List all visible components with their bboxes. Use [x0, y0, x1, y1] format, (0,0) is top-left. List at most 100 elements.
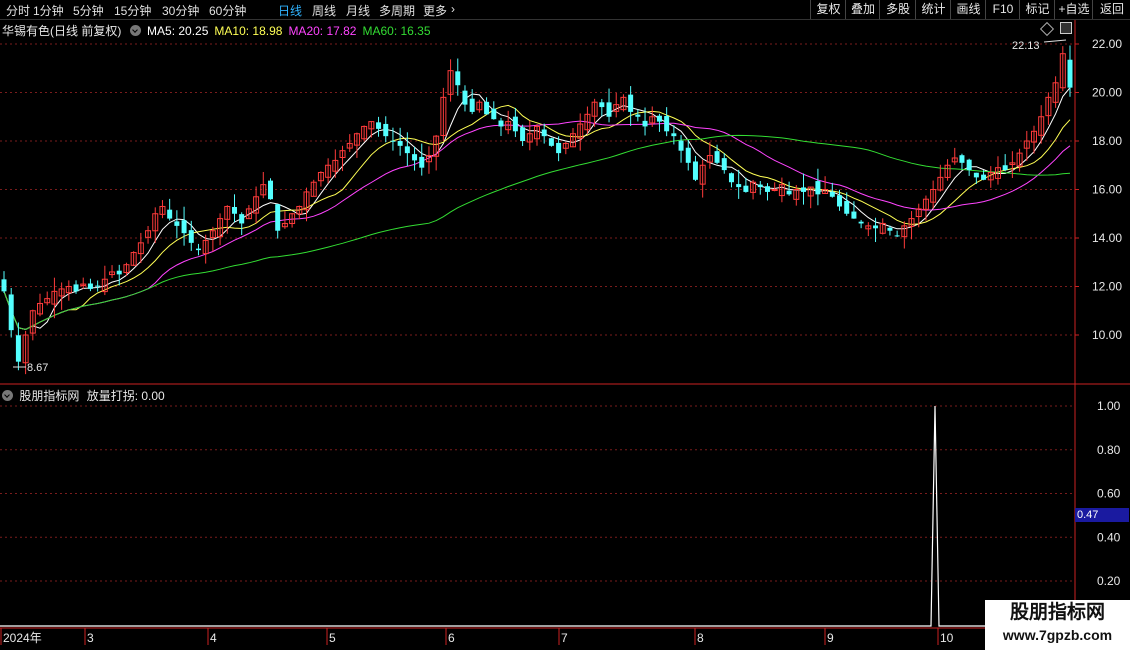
- candle-down: [664, 116, 670, 132]
- ma60-line: [3, 134, 1071, 331]
- candle-down: [743, 185, 749, 192]
- candle-down: [606, 102, 612, 117]
- candle-down: [801, 187, 806, 192]
- date-axis-label: 6: [448, 631, 455, 645]
- price-axis-label: 10.00: [1092, 328, 1122, 342]
- candle-down: [671, 133, 677, 137]
- watermark: 股朋指标网 www.7gpzb.com: [985, 600, 1130, 650]
- candle-down: [116, 270, 122, 275]
- candle-down: [844, 201, 850, 214]
- candle-down: [959, 155, 965, 163]
- candle-down: [628, 94, 634, 112]
- candle-down: [736, 184, 742, 188]
- indicator-line: [0, 405, 1075, 627]
- candle-down: [383, 123, 389, 137]
- candle-down: [412, 154, 418, 161]
- price-axis-label: 14.00: [1092, 231, 1122, 245]
- candle-down: [8, 294, 14, 331]
- candle-down: [714, 151, 720, 163]
- candle-down: [894, 235, 900, 237]
- date-axis-label: 7: [561, 631, 568, 645]
- candle-down: [556, 142, 562, 154]
- high-price-label: 22.13: [1012, 40, 1040, 52]
- candle-down: [829, 191, 835, 197]
- candle-down: [73, 284, 79, 292]
- date-axis-label: 2024年: [3, 631, 42, 645]
- candle-down: [1002, 165, 1008, 171]
- candle-down: [15, 335, 21, 362]
- candle-down: [873, 225, 879, 229]
- candle-down: [167, 209, 173, 219]
- watermark-title: 股朋指标网: [1009, 602, 1105, 623]
- candle-down: [520, 127, 526, 141]
- high-arrow: [1043, 39, 1067, 43]
- candle-down: [973, 172, 979, 178]
- candle-down: [1, 279, 7, 292]
- candle-down: [656, 115, 662, 122]
- candle-down: [764, 186, 770, 192]
- candle-down: [462, 90, 468, 105]
- candle-down: [685, 147, 691, 163]
- candle-down: [419, 156, 425, 168]
- date-axis-label: 10: [940, 631, 954, 645]
- candle-down: [599, 102, 605, 108]
- date-axis-label: 3: [87, 631, 94, 645]
- candle-down: [851, 211, 857, 219]
- candle-down: [1067, 59, 1073, 88]
- candle-down: [966, 159, 972, 171]
- indicator-axis-label: 1.00: [1097, 399, 1121, 413]
- date-axis-label: 8: [697, 631, 704, 645]
- indicator-value-badge: 0.47: [1075, 508, 1129, 522]
- candle-down: [642, 120, 648, 127]
- candle-down: [548, 138, 554, 146]
- candle-down: [376, 122, 382, 129]
- candle-down: [858, 221, 864, 224]
- price-axis-label: 16.00: [1092, 183, 1122, 197]
- candle-down: [239, 214, 245, 224]
- candle-down: [491, 108, 497, 120]
- candle-down: [95, 285, 101, 287]
- candle-down: [455, 71, 461, 86]
- candle-down: [404, 146, 410, 154]
- candle-down: [728, 173, 734, 183]
- candle-down: [692, 161, 698, 180]
- candle-down: [181, 220, 187, 234]
- price-axis-label: 18.00: [1092, 134, 1122, 148]
- indicator-axis-label: 0.40: [1097, 530, 1121, 544]
- candle-down: [188, 230, 194, 243]
- candle-up: [771, 189, 778, 191]
- date-axis-label: 4: [210, 631, 217, 645]
- candle-down: [484, 101, 490, 115]
- price-axis-label: 20.00: [1092, 86, 1122, 100]
- candle-down: [231, 207, 237, 214]
- price-axis-label: 12.00: [1092, 280, 1122, 294]
- candle-down: [815, 181, 821, 195]
- candle-down: [390, 140, 396, 142]
- indicator-axis-label: 0.60: [1097, 487, 1121, 501]
- candle-down: [635, 114, 641, 117]
- candle-down: [512, 116, 518, 132]
- date-axis-label: 5: [329, 631, 336, 645]
- candle-down: [498, 120, 504, 127]
- candle-down: [275, 204, 281, 231]
- candle-down: [397, 141, 403, 146]
- candle-down: [887, 227, 893, 231]
- candle-down: [174, 221, 180, 226]
- candle-down: [541, 129, 547, 137]
- candle-down: [469, 98, 475, 112]
- kline-chart[interactable]: 22.00 20.00 18.00 16.00 14.00 12.00 10.00 1.00 0…: [0, 0, 1130, 650]
- candle-down: [786, 190, 792, 195]
- candle-down: [268, 180, 273, 200]
- candle-down: [195, 248, 201, 251]
- candle-down: [981, 174, 987, 180]
- candle-down: [837, 195, 843, 207]
- candle-down: [721, 158, 727, 171]
- indicator-axis-label: 0.80: [1097, 443, 1121, 457]
- date-axis-label: 9: [827, 631, 834, 645]
- low-price-label: 8.67: [27, 362, 48, 374]
- candle-down: [757, 184, 763, 188]
- candle-down: [678, 140, 684, 151]
- ma20-line: [3, 120, 1071, 331]
- watermark-url: www.7gpzb.com: [1002, 627, 1113, 643]
- price-axis-label: 22.00: [1092, 37, 1122, 51]
